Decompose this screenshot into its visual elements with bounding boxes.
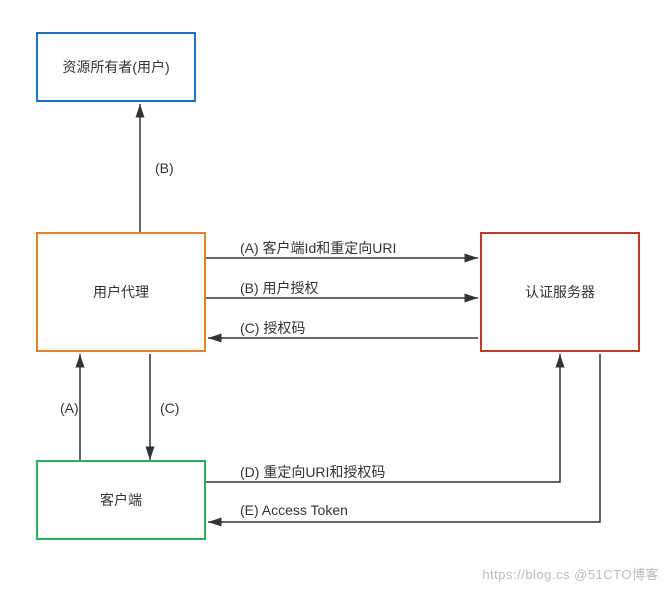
edge-label-e: (E) Access Token: [240, 502, 348, 518]
oauth-flow-diagram: 资源所有者(用户) 用户代理 认证服务器 客户端 (B) (A) (C) (A)…: [0, 0, 669, 589]
edge-label-b: (B) 用户授权: [240, 278, 319, 298]
node-user-agent-label: 用户代理: [93, 282, 149, 302]
edge-label-c: (C) 授权码: [240, 318, 305, 338]
edge-label-c-vertical: (C): [160, 400, 179, 416]
node-resource-owner-label: 资源所有者(用户): [62, 57, 169, 77]
edge-label-d: (D) 重定向URI和授权码: [240, 462, 385, 482]
node-auth-server: 认证服务器: [480, 232, 640, 352]
watermark: https://blog.cs @51CTO博客: [482, 564, 659, 583]
node-client-label: 客户端: [100, 490, 142, 510]
node-resource-owner: 资源所有者(用户): [36, 32, 196, 102]
node-auth-server-label: 认证服务器: [525, 282, 595, 302]
node-user-agent: 用户代理: [36, 232, 206, 352]
edge-label-a: (A) 客户端Id和重定向URI: [240, 238, 396, 258]
edge-label-b-vertical: (B): [155, 160, 174, 176]
node-client: 客户端: [36, 460, 206, 540]
edge-label-a-vertical: (A): [60, 400, 79, 416]
